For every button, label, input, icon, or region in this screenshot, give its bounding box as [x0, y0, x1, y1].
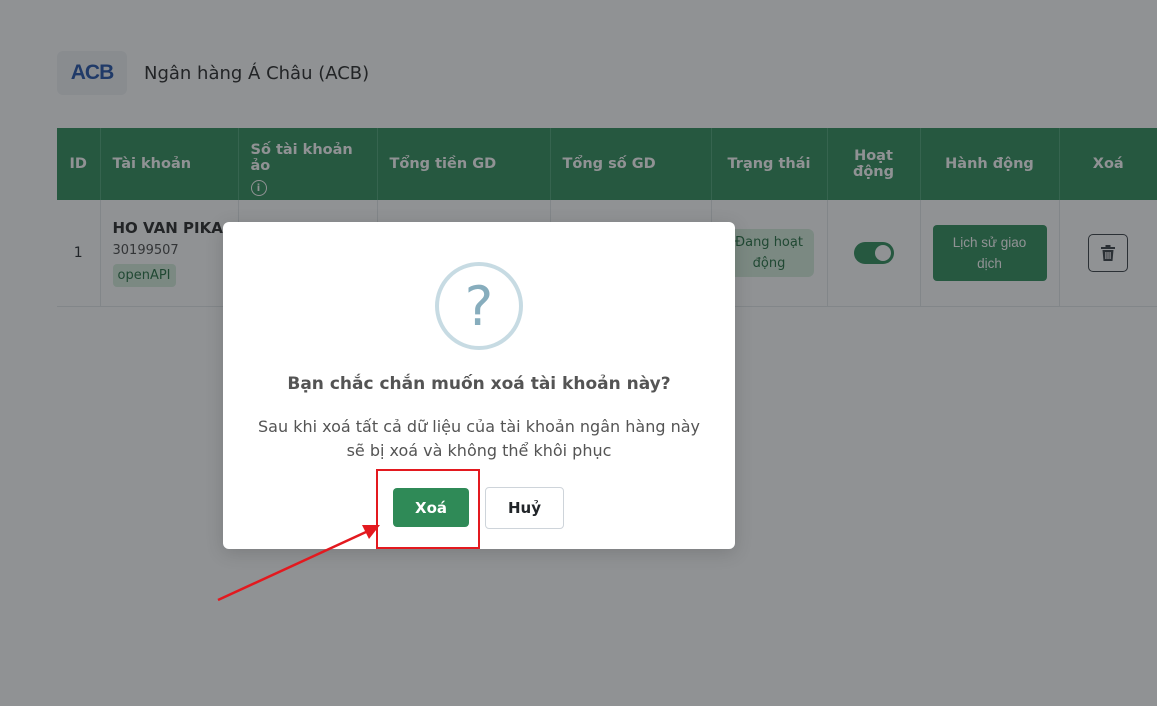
annotation-arrow	[217, 525, 380, 602]
